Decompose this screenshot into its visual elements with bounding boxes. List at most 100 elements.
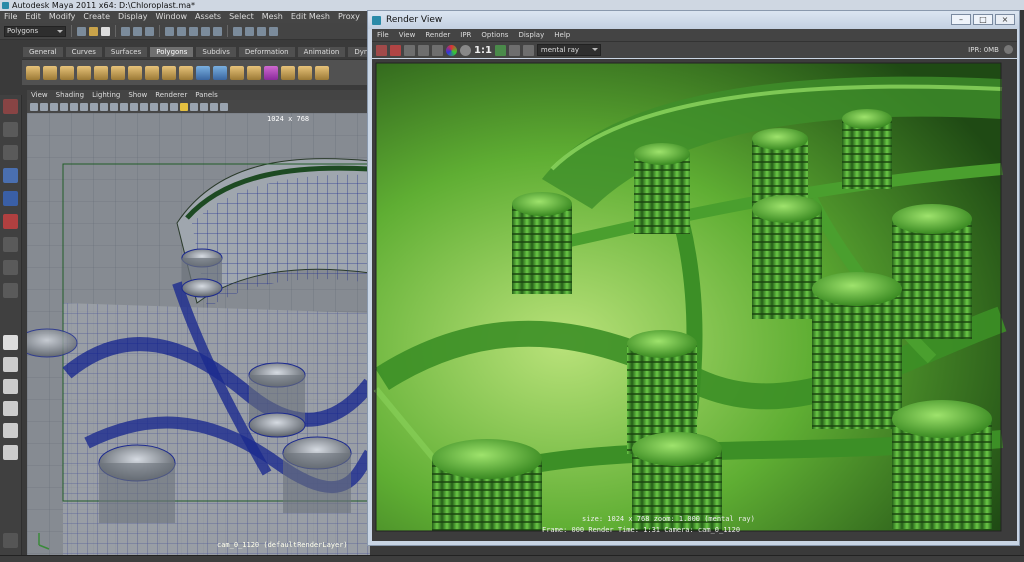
menu-window[interactable]: Window [152,11,192,23]
poly-cylinder-icon[interactable] [60,65,74,80]
snap-grid-icon[interactable] [165,26,174,36]
renderer-select[interactable]: mental ray [536,44,601,56]
close-button[interactable]: × [995,14,1015,25]
perspective-viewport[interactable]: 1024 x 768 cam_0_1120 (defaultRenderLaye… [27,113,370,556]
menu-edit[interactable]: Edit [21,11,45,23]
save-scene-icon[interactable] [101,26,110,36]
poly-prism-icon[interactable] [128,65,142,80]
single-view-layout-icon[interactable] [3,335,18,350]
separate-icon[interactable] [213,65,227,80]
film-gate-icon[interactable] [80,102,88,111]
render-settings-icon[interactable] [269,26,278,36]
isolate-select-icon[interactable] [200,102,208,111]
select-tool-icon[interactable] [3,99,18,114]
resolution-gate-icon[interactable] [90,102,98,111]
move-tool-icon[interactable] [3,168,18,183]
panel-menu-panels[interactable]: Panels [191,90,222,100]
shelf-tab-surfaces[interactable]: Surfaces [103,46,149,58]
keep-image-icon[interactable] [494,44,506,56]
manipulator-tool-icon[interactable] [3,237,18,252]
poly-cube-icon[interactable] [43,65,57,80]
shadows-icon[interactable] [190,102,198,111]
poly-cone-icon[interactable] [77,65,91,80]
paint-select-icon[interactable] [3,145,18,160]
grid-toggle-icon[interactable] [70,102,78,111]
poly-pipe-icon[interactable] [162,65,176,80]
textured-icon[interactable] [170,102,178,111]
field-chart-icon[interactable] [110,102,118,111]
render-region-icon[interactable] [418,44,429,56]
display-render-settings-icon[interactable] [522,44,534,56]
smooth-icon[interactable] [264,65,278,80]
panel-menu-show[interactable]: Show [124,90,151,100]
combine-icon[interactable] [196,65,210,80]
rv-menu-file[interactable]: File [372,29,394,41]
menu-file[interactable]: File [0,11,21,23]
smooth-shade-icon[interactable] [150,102,158,111]
poly-pyramid-icon[interactable] [145,65,159,80]
poly-sphere-icon[interactable] [26,65,40,80]
rv-menu-view[interactable]: View [394,29,421,41]
shelf-tab-curves[interactable]: Curves [64,46,103,58]
shelf-tab-polygons[interactable]: Polygons [149,46,195,58]
extrude-icon[interactable] [230,65,244,80]
xray-joints-icon[interactable] [220,102,228,111]
snap-plane-icon[interactable] [201,26,210,36]
soft-mod-icon[interactable] [3,283,18,298]
hypershade-layout-icon[interactable] [3,423,18,438]
wireframe-icon[interactable] [140,102,148,111]
ipr-render-icon[interactable] [257,26,266,36]
safe-title-icon[interactable] [130,102,138,111]
camera-select-icon[interactable] [30,102,38,111]
rgb-channels-icon[interactable] [446,44,457,56]
scale-tool-icon[interactable] [3,214,18,229]
snap-point-icon[interactable] [189,26,198,36]
panel-menu-lighting[interactable]: Lighting [88,90,124,100]
rv-menu-options[interactable]: Options [476,29,513,41]
menu-set-select[interactable]: Polygons [4,25,66,37]
gate-mask-icon[interactable] [100,102,108,111]
rv-menu-render[interactable]: Render [420,29,455,41]
remove-image-icon[interactable] [508,44,520,56]
persp-graph-layout-icon[interactable] [3,401,18,416]
insert-edge-loop-icon[interactable] [315,65,329,80]
panel-menu-renderer[interactable]: Renderer [151,90,191,100]
rotate-tool-icon[interactable] [3,191,18,206]
safe-action-icon[interactable] [120,102,128,111]
render-image-canvas[interactable]: size: 1024 x 768 zoom: 1.000 (mental ray… [372,59,1017,541]
render-frame-icon[interactable] [245,26,254,36]
four-view-layout-icon[interactable] [3,357,18,372]
poly-torus-icon[interactable] [111,65,125,80]
alpha-channel-icon[interactable] [460,44,471,56]
lasso-tool-icon[interactable] [3,122,18,137]
shelf-tab-general[interactable]: General [22,46,64,58]
menu-create[interactable]: Create [79,11,114,23]
rv-menu-help[interactable]: Help [549,29,575,41]
open-scene-icon[interactable] [89,26,98,36]
history-icon[interactable] [233,26,242,36]
camera-attributes-icon[interactable] [40,102,48,111]
image-plane-icon[interactable] [60,102,68,111]
shelf-tab-subdivs[interactable]: Subdivs [195,46,237,58]
select-object-icon[interactable] [133,26,142,36]
xray-icon[interactable] [210,102,218,111]
menu-modify[interactable]: Modify [45,11,80,23]
menu-mesh[interactable]: Mesh [258,11,287,23]
menu-assets[interactable]: Assets [191,11,225,23]
snapshot-icon[interactable] [404,44,415,56]
refresh-ipr-icon[interactable] [432,44,443,56]
shelf-tab-animation[interactable]: Animation [296,46,347,58]
real-size-button[interactable]: 1:1 [474,45,492,56]
redo-previous-render-icon[interactable] [376,44,387,56]
split-polygon-icon[interactable] [298,65,312,80]
panel-menu-shading[interactable]: Shading [52,90,88,100]
time-slider[interactable] [0,555,1024,562]
menu-display[interactable]: Display [114,11,152,23]
bevel-icon[interactable] [281,65,295,80]
menu-select[interactable]: Select [225,11,258,23]
rv-menu-display[interactable]: Display [513,29,549,41]
shelf-tab-deformation[interactable]: Deformation [237,46,296,58]
bookmark-icon[interactable] [50,102,58,111]
outliner-layout-icon[interactable] [3,445,18,460]
menu-proxy[interactable]: Proxy [334,11,364,23]
